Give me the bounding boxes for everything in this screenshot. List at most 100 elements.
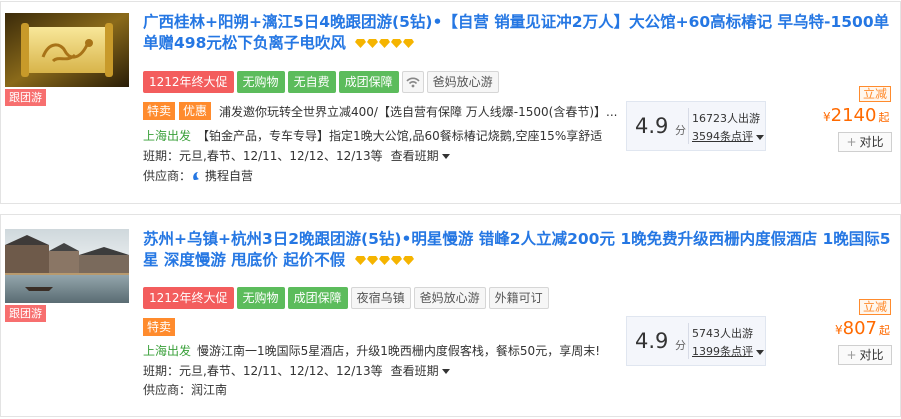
diamond-icon [403,39,415,48]
diamond-icon [354,256,366,265]
diamond-icon [391,39,403,48]
discount-label: 立减 [859,299,892,315]
supplier-name: 润江南 [191,383,228,397]
schedule-line: 班期：元旦,春节、12/11、12/12、12/13等 查看班期 [143,147,450,164]
chevron-down-icon [441,154,450,159]
diamond-icon [379,39,391,48]
description-line: 上海出发 慢游江南一1晚国际5星酒店，升级1晚西栅内度假客栈，餐标50元，享周末! [143,342,613,359]
view-schedule-link[interactable]: 查看班期 [391,364,450,378]
diamond-icon [367,39,379,48]
promo-text: 浦发邀你玩转全世界立减400/【选自营有保障 万人线爆-1500(含春节)】..… [219,104,618,119]
price-suffix: 起 [879,324,890,337]
compare-label[interactable]: 对比 [860,348,884,362]
supplier-label: 供应商： [143,169,192,183]
diamond-icon [402,256,414,265]
feature-tags: 1212年终大促 无购物 无自费 成团保障 爸妈放心游 [143,71,499,93]
diamond-icon [366,256,378,265]
wifi-icon [401,71,424,93]
rating-unit: 分 [675,124,686,137]
discount-label: 立减 [859,86,892,102]
view-schedule-label[interactable]: 查看班期 [391,149,439,163]
feature-tag: 1212年终大促 [143,71,234,93]
plus-icon: + [846,348,857,362]
chevron-down-icon [756,349,764,355]
dragon-scroll-image [5,13,129,87]
product-description: 慢游江南一1晚国际5星酒店，升级1晚西栅内度假客栈，餐标50元，享周末! [197,344,601,358]
water-town-image [5,229,129,303]
discount-badge: 优惠 [179,102,212,120]
product-title[interactable]: 广西桂林+阳朔+漓江5日4晚跟团游(5钻)•【自营 销量见证冲2万人】大公馆+6… [143,12,895,54]
product-title-text[interactable]: 苏州+乌镇+杭州3日2晚跟团游(5钻)•明星慢游 错峰2人立减200元 1晚免费… [143,230,891,269]
compare-button[interactable]: + 对比 [838,345,892,365]
diamond-icon [390,256,402,265]
compare-label[interactable]: 对比 [860,135,884,149]
view-schedule-link[interactable]: 查看班期 [391,149,450,163]
compare-button[interactable]: + 对比 [838,132,892,152]
departure-city: 上海出发 [143,344,192,358]
schedule-label: 班期： [143,149,180,163]
review-count-link[interactable]: 3594条点评 [692,128,764,144]
review-count-link[interactable]: 1399条点评 [692,343,764,359]
price: ¥807 起 [835,318,890,339]
product-title[interactable]: 苏州+乌镇+杭州3日2晚跟团游(5钻)•明星慢游 错峰2人立减200元 1晚免费… [143,229,895,271]
currency-symbol: ¥ [835,323,843,337]
feature-tag: 爸妈放心游 [426,71,499,93]
chevron-down-icon [441,369,450,374]
product-title-text[interactable]: 广西桂林+阳朔+漓江5日4晚跟团游(5钻)•【自营 销量见证冲2万人】大公馆+6… [143,13,889,52]
divider [688,108,689,144]
price-suffix: 起 [878,111,890,124]
feature-tag: 无购物 [236,71,285,93]
description-line: 上海出发 【铂金产品，专车专导】指定1晚大公馆,品60餐标椿记烧鹅,空座15%享舒… [143,127,613,144]
rating-score: 4.9 [635,329,669,353]
feature-tag: 无购物 [236,287,285,309]
diamond-icon [355,39,367,48]
product-card: 跟团游 苏州+乌镇+杭州3日2晚跟团游(5钻)•明星慢游 错峰2人立减200元 … [0,214,901,417]
rating-score: 4.9 [635,114,669,138]
traveler-count: 16723人出游 [692,112,760,125]
divider [688,323,689,359]
feature-tag: 1212年终大促 [143,287,234,309]
feature-tag: 夜宿乌镇 [350,287,411,309]
schedule-dates: 元旦,春节、12/11、12/12、12/13等 [179,364,383,378]
supplier-label: 供应商： [143,383,192,397]
promo-row: 特卖 [143,318,179,336]
chevron-down-icon [756,134,764,140]
review-count[interactable]: 1399条点评 [692,345,753,358]
product-type-tag: 跟团游 [5,89,46,106]
schedule-label: 班期： [143,364,180,378]
supplier-line: 供应商：润江南 [143,381,227,398]
price-value: 2140 [830,105,877,126]
feature-tag: 爸妈放心游 [413,287,486,309]
product-type-tag: 跟团游 [5,305,46,322]
product-thumbnail[interactable] [5,13,129,87]
supplier-name: 携程自营 [205,169,254,183]
diamond-rating [354,250,415,271]
feature-tag: 成团保障 [287,287,348,309]
feature-tag: 成团保障 [338,71,399,93]
feature-tag: 外籍可订 [488,287,549,309]
review-count[interactable]: 3594条点评 [692,130,753,143]
rating-box: 4.9 分 5743人出游 1399条点评 [626,316,766,366]
schedule-line: 班期：元旦,春节、12/11、12/12、12/13等 查看班期 [143,362,450,379]
price: ¥2140 起 [823,105,889,126]
promo-row: 特卖 优惠 浦发邀你玩转全世界立减400/【选自营有保障 万人线爆-1500(含… [143,102,655,120]
rating-box: 4.9 分 16723人出游 3594条点评 [626,101,766,151]
diamond-rating [355,33,415,54]
currency-symbol: ¥ [823,110,831,124]
feature-tags: 1212年终大促 无购物 成团保障 夜宿乌镇 爸妈放心游 外籍可订 [143,287,549,309]
view-schedule-label[interactable]: 查看班期 [391,364,439,378]
traveler-count: 5743人出游 [692,327,753,340]
supplier-line: 供应商： 携程自营 [143,167,253,184]
schedule-dates: 元旦,春节、12/11、12/12、12/13等 [179,149,383,163]
product-description: 【铂金产品，专车专导】指定1晚大公馆,品60餐标椿记烧鹅,空座15%享舒适 [197,129,603,143]
special-sale-badge: 特卖 [143,102,176,120]
special-sale-badge: 特卖 [143,318,176,336]
diamond-icon [378,256,390,265]
product-thumbnail[interactable] [5,229,129,303]
departure-city: 上海出发 [143,129,192,143]
ctrip-logo-icon [193,172,200,180]
rating-unit: 分 [675,339,686,352]
product-card: 跟团游 广西桂林+阳朔+漓江5日4晚跟团游(5钻)•【自营 销量见证冲2万人】大… [0,1,901,204]
plus-icon: + [846,135,857,149]
price-value: 807 [842,318,877,339]
